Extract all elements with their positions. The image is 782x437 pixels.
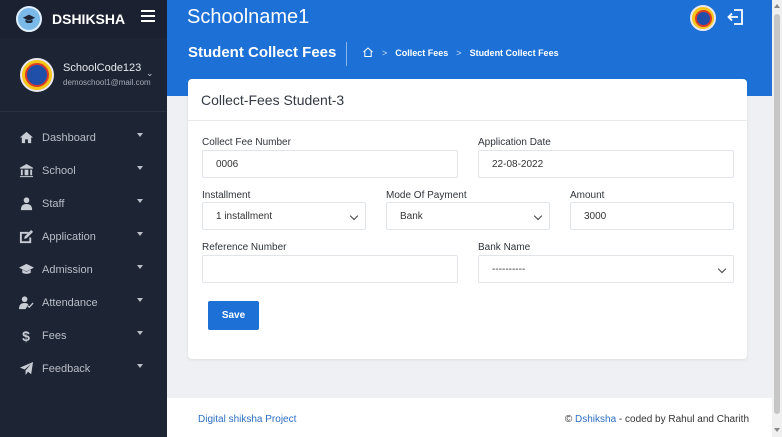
collect-fee-number-value: 0006: [216, 158, 239, 170]
sidebar-item-label: Admission: [42, 263, 93, 276]
scroll-up-arrow-icon[interactable]: [774, 4, 780, 8]
hamburger-menu-icon[interactable]: [141, 10, 155, 22]
sidebar-item-fees[interactable]: $ Fees: [0, 319, 167, 352]
installment-value: 1 installment: [216, 210, 273, 222]
save-button[interactable]: Save: [208, 301, 259, 330]
sidebar-item-school[interactable]: School: [0, 154, 167, 187]
amount-label: Amount: [570, 190, 605, 201]
sidebar: DSHIKSHA SchoolCode123 demoschool1@mail.…: [0, 0, 167, 437]
mode-of-payment-value: Bank: [400, 210, 423, 222]
graduation-cap-icon: [16, 6, 42, 32]
installment-label: Installment: [202, 190, 251, 201]
application-date-value: 22-08-2022: [492, 158, 544, 170]
chevron-down-icon: [137, 133, 143, 137]
sidebar-item-attendance[interactable]: Attendance: [0, 286, 167, 319]
chevron-down-icon: [717, 264, 727, 274]
footer-credit-text: - coded by Rahul and Charith: [618, 414, 749, 425]
chevron-down-icon: [349, 211, 359, 221]
sidebar-item-label: Dashboard: [42, 131, 96, 144]
card-title: Collect-Fees Student-3: [201, 91, 345, 108]
profile-email: demoschool1@mail.com: [63, 78, 151, 87]
chevron-down-icon: [533, 211, 543, 221]
bank-name-select[interactable]: ----------: [478, 255, 734, 283]
mode-of-payment-label: Mode Of Payment: [386, 190, 467, 201]
footer-dshiksha-link[interactable]: Dshiksha: [575, 414, 616, 425]
school-name: Schoolname1: [187, 6, 310, 28]
amount-value: 3000: [584, 210, 607, 222]
breadcrumb: > Collect Fees > Student Collect Fees: [362, 46, 559, 60]
collect-fee-number-label: Collect Fee Number: [202, 137, 291, 148]
sidebar-item-staff[interactable]: Staff: [0, 187, 167, 220]
collect-fee-number-input[interactable]: 0006: [202, 150, 458, 178]
footer-project-link[interactable]: Digital shiksha Project: [198, 414, 296, 425]
sidebar-item-label: Application: [42, 230, 96, 243]
sidebar-item-admission[interactable]: Admission: [0, 253, 167, 286]
reference-number-label: Reference Number: [202, 242, 287, 253]
profile-section[interactable]: SchoolCode123 demoschool1@mail.com ⌄: [0, 38, 167, 112]
admission-icon: [18, 262, 34, 278]
logout-icon[interactable]: [726, 7, 746, 27]
card-header: Collect-Fees Student-3: [188, 79, 747, 121]
home-icon[interactable]: [362, 46, 374, 60]
home-icon: [18, 130, 34, 146]
collect-fees-card: Collect-Fees Student-3 Collect Fee Numbe…: [188, 79, 747, 359]
chevron-down-icon: [137, 166, 143, 170]
sidebar-item-label: Staff: [42, 197, 65, 210]
amount-input[interactable]: 3000: [570, 202, 734, 230]
sidebar-item-label: Fees: [42, 329, 67, 342]
user-avatar[interactable]: [690, 5, 716, 31]
dollar-icon: $: [22, 327, 30, 344]
sidebar-item-label: School: [42, 164, 76, 177]
profile-name: SchoolCode123: [63, 62, 142, 74]
sidebar-item-label: Attendance: [42, 296, 98, 309]
chevron-right-icon: >: [382, 48, 388, 58]
application-date-input[interactable]: 22-08-2022: [478, 150, 734, 178]
installment-select[interactable]: 1 installment: [202, 202, 366, 230]
brand-name: DSHIKSHA: [52, 11, 126, 27]
footer: Digital shiksha Project © Dshiksha - cod…: [167, 398, 772, 437]
vertical-scrollbar[interactable]: [772, 0, 782, 437]
chevron-down-icon: [137, 331, 143, 335]
reference-number-input[interactable]: [202, 255, 458, 283]
breadcrumb-item[interactable]: Collect Fees: [395, 48, 448, 58]
bank-name-value: ----------: [492, 263, 526, 275]
sidebar-item-label: Feedback: [42, 362, 91, 375]
application-date-label: Application Date: [478, 137, 551, 148]
school-icon: [18, 163, 34, 179]
footer-credits: © Dshiksha - coded by Rahul and Charith: [565, 414, 749, 425]
mode-of-payment-select[interactable]: Bank: [386, 202, 550, 230]
paper-plane-icon: [18, 361, 34, 377]
chevron-down-icon: [137, 298, 143, 302]
chevron-down-icon: [137, 232, 143, 236]
top-header: Schoolname1: [167, 0, 772, 38]
chevron-right-icon: >: [456, 48, 462, 58]
sidebar-item-feedback[interactable]: Feedback: [0, 352, 167, 385]
chevron-down-icon: [137, 199, 143, 203]
chevron-down-icon: [137, 364, 143, 368]
attendance-icon: [18, 295, 34, 311]
chevron-down-icon: [137, 265, 143, 269]
page-title: Student Collect Fees: [188, 44, 337, 61]
staff-icon: [18, 196, 34, 212]
sidebar-item-application[interactable]: Application: [0, 220, 167, 253]
divider: [346, 42, 347, 66]
avatar: [20, 57, 54, 92]
chevron-down-icon[interactable]: ⌄: [146, 68, 154, 79]
scroll-down-arrow-icon[interactable]: [774, 428, 780, 432]
bank-name-label: Bank Name: [478, 242, 531, 253]
scroll-thumb[interactable]: [774, 14, 780, 414]
breadcrumb-item: Student Collect Fees: [469, 48, 559, 58]
copyright-symbol: ©: [564, 414, 573, 425]
sidebar-nav: Dashboard School Staff Application Admis…: [0, 121, 167, 385]
sidebar-item-dashboard[interactable]: Dashboard: [0, 121, 167, 154]
application-icon: [18, 229, 34, 245]
